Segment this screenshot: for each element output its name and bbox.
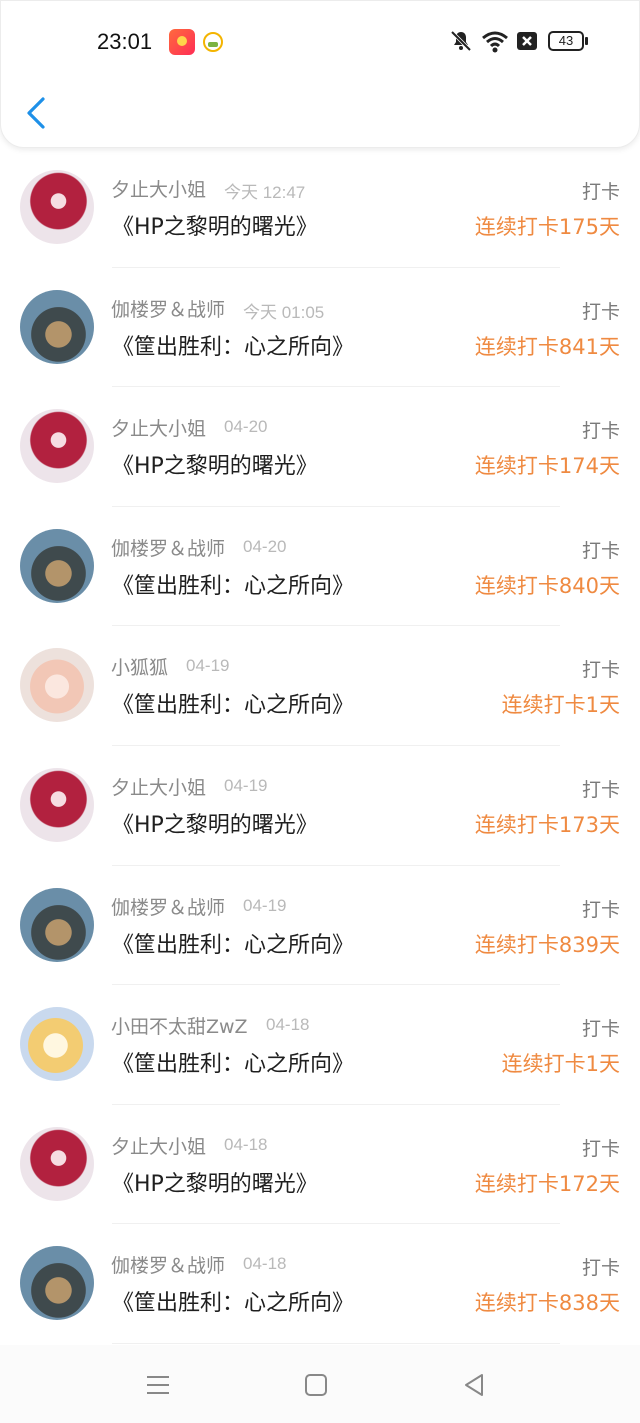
username[interactable]: 夕止大小姐: [111, 414, 206, 441]
streak-count: 连续打卡838天: [474, 1291, 620, 1316]
menu-icon[interactable]: [144, 1371, 172, 1399]
avatar[interactable]: [20, 1246, 94, 1321]
feed-row[interactable]: 夕止大小姐 04-19 《HP之黎明的曙光》 打卡连续打卡173天: [0, 746, 640, 866]
streak-count: 连续打卡175天: [474, 215, 620, 239]
checkin-label: 打卡: [581, 420, 620, 443]
streak-count: 连续打卡840天: [474, 573, 620, 598]
timestamp: 04-18: [243, 1254, 287, 1274]
streak-count: 连续打卡1天: [501, 1052, 620, 1077]
smiley-notification-icon: [203, 32, 223, 52]
checkin-label: 打卡: [581, 779, 620, 801]
checkin-label: 打卡: [581, 898, 620, 921]
row-divider: [112, 1342, 560, 1344]
feed-row[interactable]: 小狐狐 04-19 《筐出胜利：心之所向》 打卡连续打卡1天: [0, 626, 640, 746]
timestamp: 04-19: [186, 656, 230, 676]
avatar[interactable]: [20, 409, 94, 484]
username[interactable]: 小狐狐: [111, 653, 168, 680]
timestamp: 04-19: [243, 895, 287, 915]
username[interactable]: 伽楼罗＆战师: [111, 295, 225, 322]
battery-icon: 43: [548, 31, 584, 51]
feed-row[interactable]: 小田不太甜ZwZ 04-18 《筐出胜利：心之所向》 打卡连续打卡1天: [0, 985, 640, 1105]
streak-count: 连续打卡839天: [474, 932, 620, 957]
avatar[interactable]: [20, 170, 94, 244]
home-square-icon[interactable]: [302, 1371, 330, 1399]
feed-row[interactable]: 伽楼罗＆战师 04-20 《筐出胜利：心之所向》 打卡连续打卡840天: [0, 507, 640, 627]
checkin-label: 打卡: [581, 181, 620, 203]
username[interactable]: 小田不太甜ZwZ: [111, 1012, 248, 1039]
book-title[interactable]: 《筐出胜利：心之所向》: [112, 927, 354, 959]
avatar[interactable]: [20, 648, 94, 723]
username[interactable]: 夕止大小姐: [111, 1132, 206, 1159]
checkin-label: 打卡: [581, 539, 620, 562]
username[interactable]: 伽楼罗＆战师: [111, 1251, 225, 1278]
streak-count: 连续打卡841天: [474, 334, 620, 359]
feed-row[interactable]: 夕止大小姐 04-18 《HP之黎明的曙光》 打卡连续打卡172天: [0, 1105, 640, 1225]
username[interactable]: 夕止大小姐: [111, 773, 206, 800]
username[interactable]: 夕止大小姐: [111, 175, 206, 202]
book-title[interactable]: 《HP之黎明的曙光》: [112, 448, 318, 480]
feed-row[interactable]: 伽楼罗＆战师 今天 01:05 《筐出胜利：心之所向》 打卡连续打卡841天: [0, 268, 640, 388]
status-time: 23:01: [97, 29, 153, 54]
wifi-icon: [482, 31, 508, 53]
avatar[interactable]: [20, 1126, 94, 1201]
avatar[interactable]: [20, 887, 94, 962]
book-title[interactable]: 《HP之黎明的曙光》: [112, 807, 318, 839]
avatar[interactable]: [20, 289, 94, 364]
feed-row[interactable]: 伽楼罗＆战师 04-18 《筐出胜利：心之所向》 打卡连续打卡838天: [0, 1224, 640, 1344]
book-title[interactable]: 《筐出胜利：心之所向》: [112, 687, 354, 719]
timestamp: 04-18: [266, 1015, 310, 1035]
avatar[interactable]: [20, 528, 94, 603]
streak-count: 连续打卡172天: [474, 1171, 620, 1196]
chevron-left-icon: [27, 97, 45, 129]
back-triangle-icon[interactable]: [460, 1371, 488, 1399]
username[interactable]: 伽楼罗＆战师: [111, 534, 225, 561]
battery-tip: [585, 37, 588, 45]
timestamp: 今天 01:05: [243, 302, 325, 322]
timestamp: 今天 12:47: [224, 183, 306, 202]
book-title[interactable]: 《筐出胜利：心之所向》: [112, 1046, 354, 1078]
book-title[interactable]: 《筐出胜利：心之所向》: [112, 329, 354, 361]
top-header: 23:01 43: [0, 0, 640, 148]
book-title[interactable]: 《HP之黎明的曙光》: [112, 209, 318, 241]
mute-icon: [450, 30, 472, 52]
streak-count: 连续打卡1天: [501, 693, 620, 718]
book-title[interactable]: 《HP之黎明的曙光》: [112, 1166, 318, 1198]
checkin-label: 打卡: [581, 300, 620, 323]
feed-row[interactable]: 夕止大小姐 今天 12:47 《HP之黎明的曙光》 打卡连续打卡175天: [0, 148, 640, 268]
sim-x-icon: [517, 32, 537, 50]
back-button[interactable]: [17, 89, 57, 137]
app-notification-icon: [169, 29, 195, 55]
checkin-label: 打卡: [581, 659, 620, 682]
timestamp: 04-20: [224, 417, 268, 437]
timestamp: 04-19: [224, 776, 268, 795]
book-title[interactable]: 《筐出胜利：心之所向》: [112, 568, 354, 600]
checkin-label: 打卡: [581, 1257, 620, 1280]
avatar[interactable]: [20, 768, 94, 842]
avatar[interactable]: [20, 1007, 94, 1082]
timestamp: 04-18: [224, 1134, 268, 1154]
feed-row[interactable]: 夕止大小姐 04-20 《HP之黎明的曙光》 打卡连续打卡174天: [0, 387, 640, 507]
streak-count: 连续打卡173天: [474, 813, 620, 837]
system-nav-bar: [0, 1345, 640, 1423]
book-title[interactable]: 《筐出胜利：心之所向》: [112, 1285, 354, 1317]
checkin-label: 打卡: [581, 1137, 620, 1160]
username[interactable]: 伽楼罗＆战师: [111, 893, 225, 920]
streak-count: 连续打卡174天: [474, 454, 620, 479]
checkin-label: 打卡: [581, 1018, 620, 1041]
feed-row[interactable]: 伽楼罗＆战师 04-19 《筐出胜利：心之所向》 打卡连续打卡839天: [0, 866, 640, 986]
timestamp: 04-20: [243, 536, 287, 556]
